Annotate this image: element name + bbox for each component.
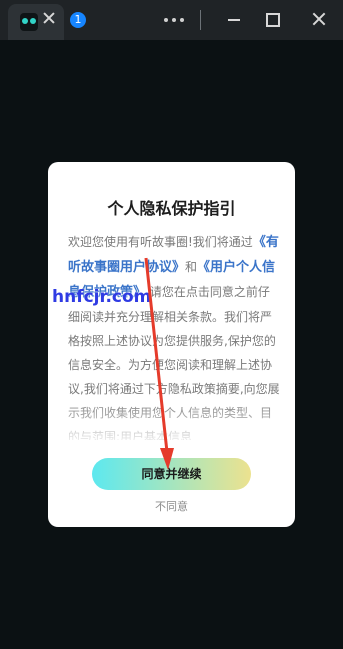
- annotation-arrow-icon: [144, 257, 174, 470]
